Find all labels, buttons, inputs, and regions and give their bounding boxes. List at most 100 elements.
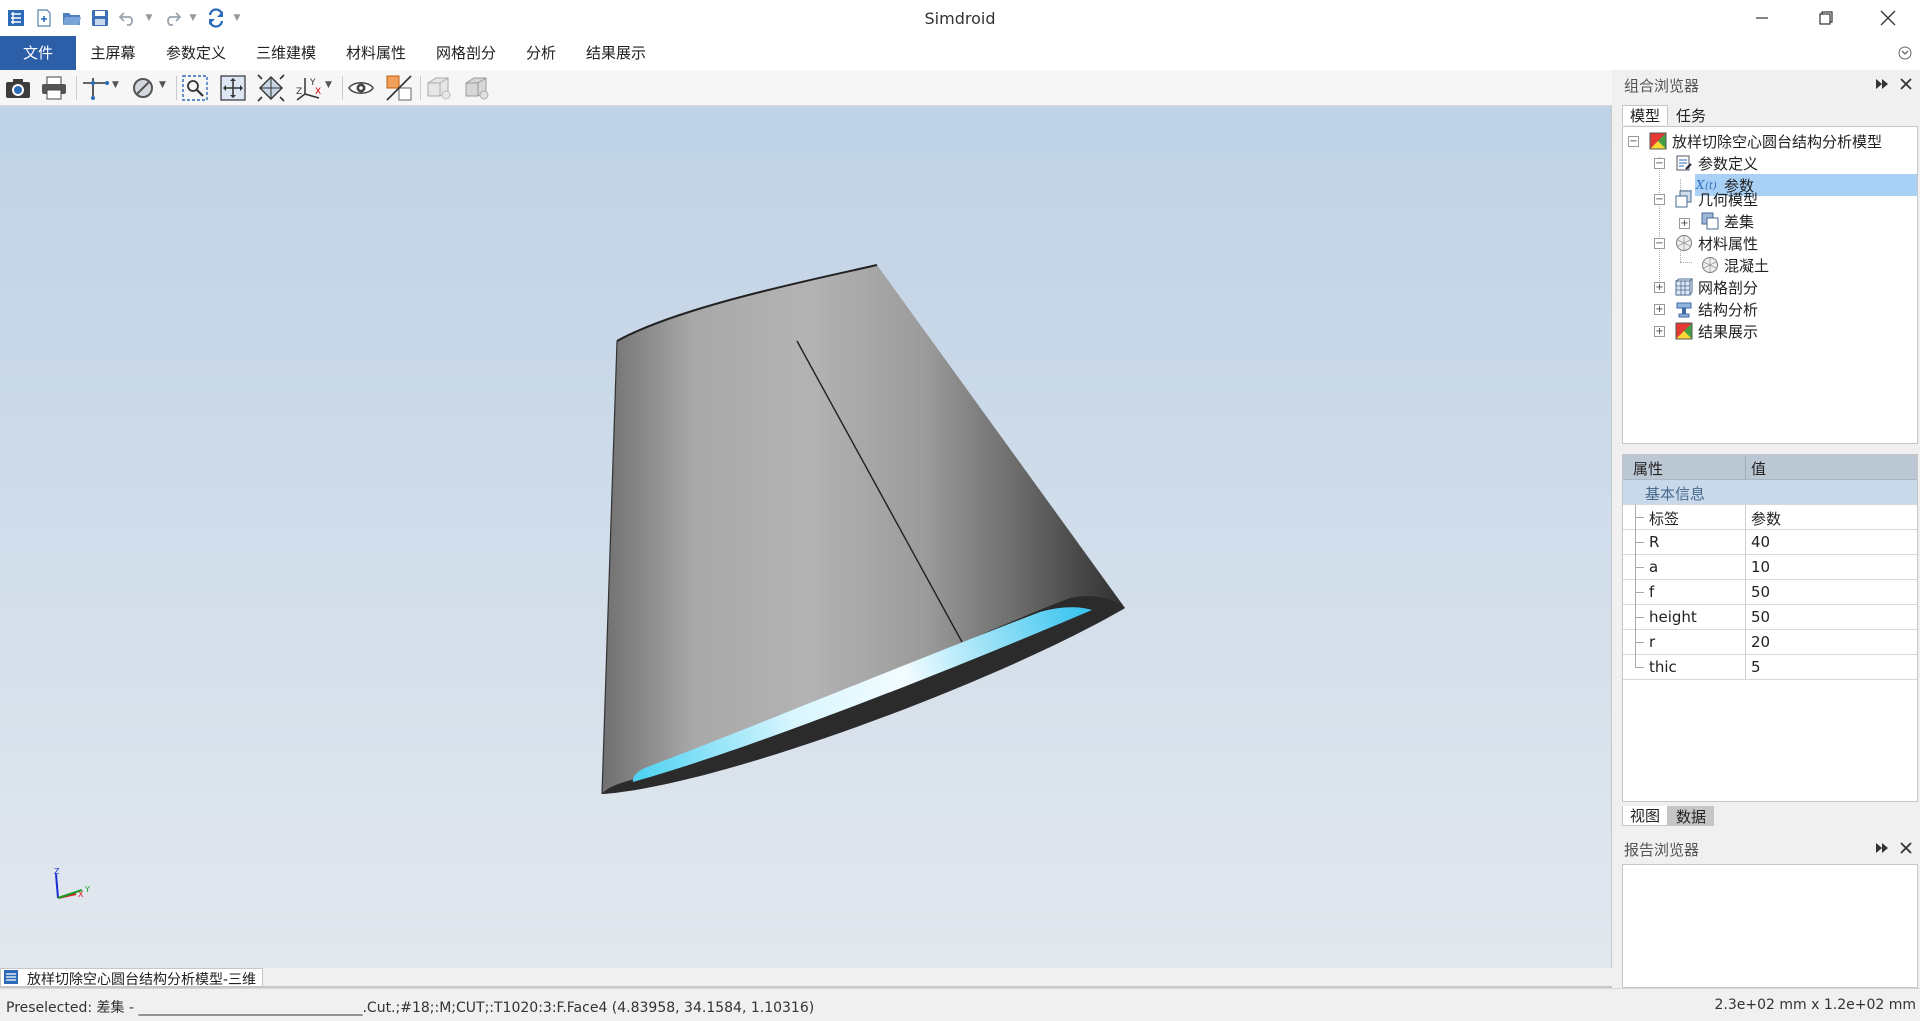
svg-text:Z: Z — [296, 87, 302, 97]
minimize-button[interactable] — [1734, 0, 1790, 36]
eye-icon[interactable] — [346, 74, 376, 102]
coordinate-system-icon[interactable]: YXZ — [294, 74, 324, 102]
property-row[interactable]: f 50 — [1623, 580, 1917, 605]
property-value[interactable]: 50 — [1751, 608, 1770, 626]
tree-geometry-group[interactable]: 几何模型 — [1675, 188, 1758, 210]
property-section-label: 基本信息 — [1645, 485, 1706, 503]
property-row[interactable]: r 20 — [1623, 630, 1917, 655]
expand-toggle[interactable]: + — [1679, 218, 1690, 229]
undo-icon[interactable] — [116, 6, 140, 30]
tab-view[interactable]: 视图 — [1622, 806, 1669, 826]
menu-file[interactable]: 文件 — [0, 36, 76, 70]
collapse-toggle[interactable]: − — [1628, 136, 1639, 147]
expand-toggle[interactable]: + — [1654, 326, 1665, 337]
svg-text:X: X — [315, 87, 321, 97]
tree-guide — [1635, 530, 1645, 555]
fit-selection-icon[interactable] — [180, 74, 210, 102]
close-window-button[interactable] — [1860, 0, 1916, 36]
tree-param-group[interactable]: 参数定义 — [1675, 152, 1758, 174]
property-header: 属性 值 — [1623, 455, 1917, 480]
property-key: f — [1649, 583, 1655, 601]
tree-results-group[interactable]: 结果展示 — [1675, 320, 1758, 342]
tree-mesh-group[interactable]: 网格剖分 — [1675, 276, 1758, 298]
tree-geometry-item[interactable]: 差集 — [1701, 210, 1754, 232]
status-dimensions: 2.3e+02 mm x 1.2e+02 mm — [1714, 997, 1916, 1013]
cone-model[interactable] — [0, 106, 1612, 968]
expand-toggle[interactable]: + — [1654, 282, 1665, 293]
tree-material-group-label: 材料属性 — [1698, 234, 1759, 253]
document-tab[interactable]: 放样切除空心圆台结构分析模型-三维 — [0, 968, 264, 988]
open-folder-icon[interactable] — [60, 6, 84, 30]
property-value[interactable]: 20 — [1751, 633, 1770, 651]
coordinate-dropdown-icon[interactable]: ▼ — [325, 80, 332, 90]
tree-guide — [1635, 555, 1645, 580]
refresh-icon[interactable] — [204, 6, 228, 30]
tree-root[interactable]: 放样切除空心圆台结构分析模型 — [1649, 130, 1882, 152]
menu-analysis[interactable]: 分析 — [518, 36, 564, 70]
axis-cross-icon[interactable] — [80, 74, 110, 102]
menu-materials[interactable]: 材料属性 — [338, 36, 414, 70]
tree-material-group[interactable]: 材料属性 — [1675, 232, 1758, 254]
tab-model[interactable]: 模型 — [1622, 105, 1669, 125]
collapse-toggle[interactable]: − — [1654, 238, 1665, 249]
property-value[interactable]: 参数 — [1751, 508, 1781, 529]
property-row[interactable]: a 10 — [1623, 555, 1917, 580]
redo-dropdown-icon[interactable]: ▼ — [188, 6, 198, 30]
collapse-toggle[interactable]: − — [1654, 158, 1665, 169]
property-value[interactable]: 40 — [1751, 533, 1770, 551]
model-tree: − 放样切除空心圆台结构分析模型 − 参数定义 X (t) 参数 − 几何模型 … — [1622, 126, 1918, 444]
restore-button[interactable] — [1798, 0, 1854, 36]
customize-toolbar-icon[interactable]: ▼ — [232, 6, 242, 30]
property-value[interactable]: 50 — [1751, 583, 1770, 601]
axis-dropdown-icon[interactable]: ▼ — [112, 80, 119, 90]
redo-icon[interactable] — [160, 6, 184, 30]
property-key: r — [1649, 633, 1656, 651]
property-row[interactable]: thic 5 — [1623, 655, 1917, 680]
ribbon-collapse-icon[interactable] — [1898, 46, 1912, 60]
tree-analysis-group[interactable]: 结构分析 — [1675, 298, 1758, 320]
close-panel-icon[interactable] — [1898, 840, 1914, 856]
isometric-view-icon[interactable] — [256, 74, 286, 102]
3d-viewport[interactable]: Z X Y — [0, 106, 1612, 968]
draw-style-icon[interactable] — [128, 74, 158, 102]
property-key: 标签 — [1649, 510, 1680, 528]
new-file-icon[interactable] — [32, 6, 56, 30]
box-light-icon[interactable] — [462, 74, 492, 102]
toolbar-separator — [176, 76, 177, 100]
collapse-toggle[interactable]: − — [1654, 194, 1665, 205]
close-panel-icon[interactable] — [1898, 76, 1914, 92]
tab-task[interactable]: 任务 — [1668, 105, 1714, 125]
tree-guide — [1635, 605, 1645, 630]
tree-material-item[interactable]: 混凝土 — [1701, 254, 1769, 276]
property-row[interactable]: height 50 — [1623, 605, 1917, 630]
property-header-value: 值 — [1751, 460, 1767, 478]
menu-home[interactable]: 主屏幕 — [82, 36, 144, 70]
property-value[interactable]: 5 — [1751, 658, 1761, 676]
column-divider[interactable] — [1745, 455, 1746, 479]
box-light-icon[interactable] — [424, 74, 454, 102]
property-row[interactable]: R 40 — [1623, 530, 1917, 555]
tab-data[interactable]: 数据 — [1668, 806, 1715, 826]
column-divider — [1745, 605, 1746, 629]
menu-results[interactable]: 结果展示 — [578, 36, 654, 70]
property-section[interactable]: 基本信息 — [1623, 480, 1917, 505]
property-value[interactable]: 10 — [1751, 558, 1770, 576]
simdroid-logo-icon[interactable] — [4, 6, 28, 30]
expand-toggle[interactable]: + — [1654, 304, 1665, 315]
save-icon[interactable] — [88, 6, 112, 30]
menu-3d-modeling[interactable]: 三维建模 — [248, 36, 324, 70]
menu-meshing[interactable]: 网格剖分 — [428, 36, 504, 70]
print-icon[interactable] — [39, 74, 69, 102]
undo-dropdown-icon[interactable]: ▼ — [144, 6, 154, 30]
section-plane-icon[interactable] — [384, 74, 414, 102]
menu-parameters[interactable]: 参数定义 — [158, 36, 234, 70]
camera-icon[interactable] — [3, 74, 33, 102]
tree-analysis-group-label: 结构分析 — [1698, 300, 1759, 319]
report-output-area[interactable] — [1622, 864, 1918, 988]
fit-all-icon[interactable] — [218, 74, 248, 102]
draw-style-dropdown-icon[interactable]: ▼ — [159, 80, 166, 90]
float-panel-icon[interactable] — [1874, 840, 1890, 856]
property-key: R — [1649, 533, 1660, 551]
property-row[interactable]: 标签 参数 — [1623, 505, 1917, 530]
float-panel-icon[interactable] — [1874, 76, 1890, 92]
